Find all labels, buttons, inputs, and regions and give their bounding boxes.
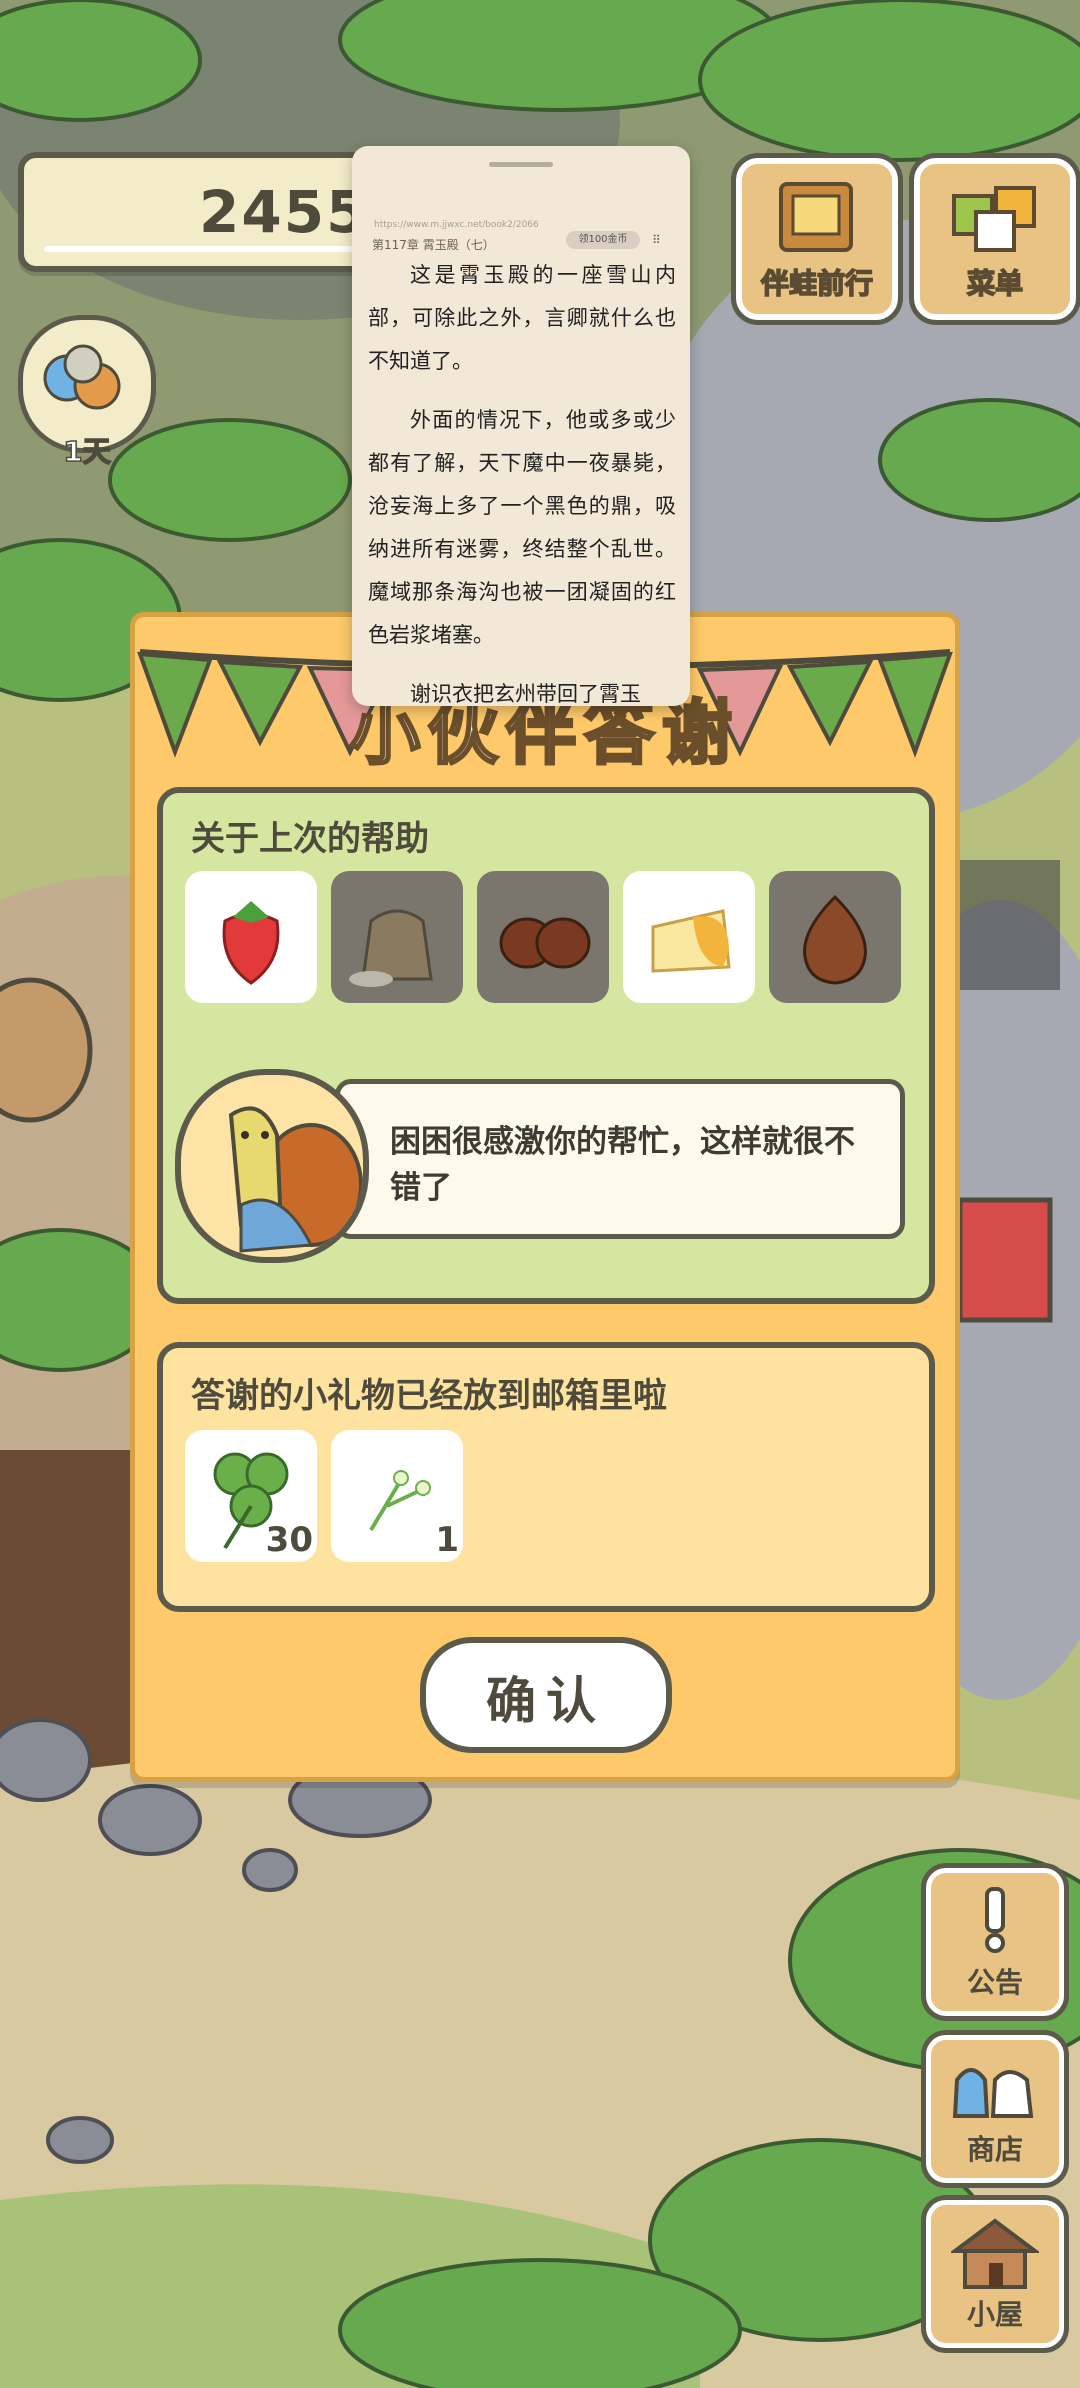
menu-button-label: 菜单	[966, 266, 1024, 301]
exclamation-icon	[985, 1887, 1005, 1953]
speech-bubble: 困困很感激你的帮忙，这样就很不错了	[335, 1079, 905, 1239]
item-cheese[interactable]	[623, 871, 755, 1003]
item-onion[interactable]	[769, 871, 901, 1003]
thank-you-dialog: 小伙伴答谢 关于上次的帮助 困困很感激你的帮忙，这样就很不错了 答谢的小礼物已经…	[130, 612, 960, 1782]
help-section: 关于上次的帮助 困困很感激你的帮忙，这样就很不错了	[157, 787, 935, 1304]
house-button[interactable]: 小屋	[926, 2200, 1064, 2348]
shop-bags-icon	[952, 2068, 1034, 2118]
item-chestnut[interactable]	[477, 871, 609, 1003]
chestnut-icon	[499, 917, 591, 969]
reader-chapter-title[interactable]: 第117章 霄玉殿（七）	[372, 236, 495, 253]
clover-count: 2455	[199, 178, 369, 246]
speech-text: 困困很感激你的帮忙，这样就很不错了	[390, 1124, 855, 1206]
gift-clover-count: 30	[265, 1520, 313, 1560]
reader-url: https://www.m.jjwxc.net/book2/2066	[374, 220, 539, 230]
counter-bar	[44, 246, 384, 252]
character-speech: 困困很感激你的帮忙，这样就很不错了	[175, 1069, 905, 1269]
shop-button-label: 商店	[966, 2133, 1023, 2166]
reader-text: 这是霄玉殿的一座雪山内部，可除此之外，言卿就什么也不知道了。 外面的情况下，他或…	[368, 254, 676, 706]
coins-badge[interactable]: 领100金币	[566, 231, 640, 249]
shop-button[interactable]: 商店	[926, 2035, 1064, 2183]
help-section-title: 关于上次的帮助	[191, 819, 429, 859]
character-portrait	[175, 1069, 369, 1263]
days-label: 1天	[63, 434, 112, 469]
frog-friends-icon	[43, 344, 121, 410]
photo-album-icon	[779, 182, 853, 252]
reader-menu-icon[interactable]: ⠿	[652, 233, 661, 247]
notice-button-label: 公告	[966, 1966, 1023, 1999]
reader-overlay[interactable]: https://www.m.jjwxc.net/book2/2066 第117章…	[352, 146, 690, 706]
gift-flower[interactable]: 1	[331, 1430, 463, 1562]
confirm-button[interactable]: 确认	[420, 1637, 672, 1753]
onion-icon	[803, 894, 867, 985]
gift-section: 答谢的小礼物已经放到邮箱里啦 30 1	[157, 1342, 935, 1612]
drag-handle[interactable]	[489, 162, 553, 167]
house-icon	[951, 2218, 1039, 2289]
days-badge[interactable]: 1天	[18, 315, 156, 469]
item-flour-sack[interactable]	[331, 871, 463, 1003]
reader-paragraph: 外面的情况下，他或多或少都有了解，天下魔中一夜暴毙，沧妄海上多了一个黑色的鼎，吸…	[368, 408, 676, 647]
companion-button[interactable]: 伴蛙前行	[736, 158, 898, 320]
snake-character-icon	[228, 1106, 363, 1253]
gift-section-title: 答谢的小礼物已经放到邮箱里啦	[191, 1376, 667, 1416]
confirm-button-label: 确认	[486, 1672, 606, 1730]
reader-paragraph: 这是霄玉殿的一座雪山内部，可除此之外，言卿就什么也不知道了。	[368, 263, 676, 373]
item-strawberry[interactable]	[185, 871, 317, 1003]
strawberry-icon	[222, 901, 280, 985]
notice-button[interactable]: 公告	[926, 1868, 1064, 2016]
companion-button-label: 伴蛙前行	[760, 266, 874, 301]
reader-paragraph: 谢识衣把玄州带回了霄玉	[410, 682, 641, 706]
house-button-label: 小屋	[966, 2298, 1023, 2331]
gift-clover[interactable]: 30	[185, 1430, 317, 1562]
flour-sack-icon	[349, 909, 433, 987]
menu-button[interactable]: 菜单	[914, 158, 1076, 320]
menu-cards-icon	[952, 186, 1036, 252]
cheese-icon	[651, 909, 731, 973]
gift-flower-count: 1	[435, 1520, 459, 1560]
